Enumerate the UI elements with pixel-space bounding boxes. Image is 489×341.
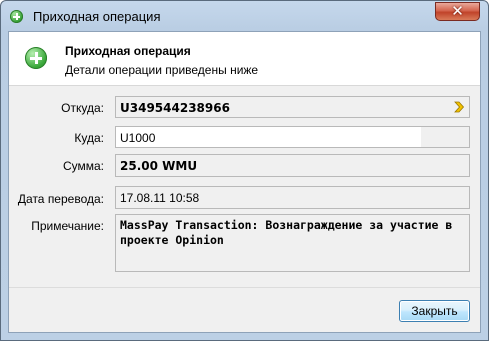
amount-field: 25.00 WMU xyxy=(115,154,470,177)
date-field: 17.08.11 10:58 xyxy=(115,186,470,209)
header-subtitle: Детали операции приведены ниже xyxy=(65,63,259,77)
note-label: Примечание: xyxy=(31,219,104,233)
title-bar[interactable]: Приходная операция ✕ xyxy=(1,1,488,31)
close-button[interactable]: Закрыть xyxy=(399,300,470,322)
chevron-right-icon[interactable] xyxy=(453,101,465,113)
date-value: 17.08.11 10:58 xyxy=(120,191,200,205)
close-icon: ✕ xyxy=(451,2,464,20)
dialog-window: Приходная операция ✕ Приходная операция … xyxy=(0,0,489,341)
window-close-button[interactable]: ✕ xyxy=(435,2,480,21)
from-value: U349544238966 xyxy=(120,101,230,115)
from-field: U349544238966 xyxy=(115,96,470,118)
amount-label: Сумма: xyxy=(62,159,104,173)
date-label: Дата перевода: xyxy=(17,192,104,206)
to-field[interactable]: U1000 xyxy=(115,126,470,148)
plus-circle-icon xyxy=(25,47,47,69)
amount-value: 25.00 WMU xyxy=(120,159,198,173)
to-value: U1000 xyxy=(120,131,156,145)
dialog-content: Приходная операция Детали операции приве… xyxy=(8,31,481,333)
plus-circle-icon xyxy=(10,10,23,23)
dialog-header: Приходная операция Детали операции приве… xyxy=(9,32,480,86)
header-title: Приходная операция xyxy=(65,44,191,58)
footer-divider xyxy=(9,287,480,288)
note-value: MassPay Transaction: Вознаграждение за у… xyxy=(120,218,453,247)
note-field: MassPay Transaction: Вознаграждение за у… xyxy=(115,214,470,272)
from-label: Откуда: xyxy=(61,101,104,115)
window-title: Приходная операция xyxy=(33,9,161,24)
to-label: Куда: xyxy=(74,131,104,145)
